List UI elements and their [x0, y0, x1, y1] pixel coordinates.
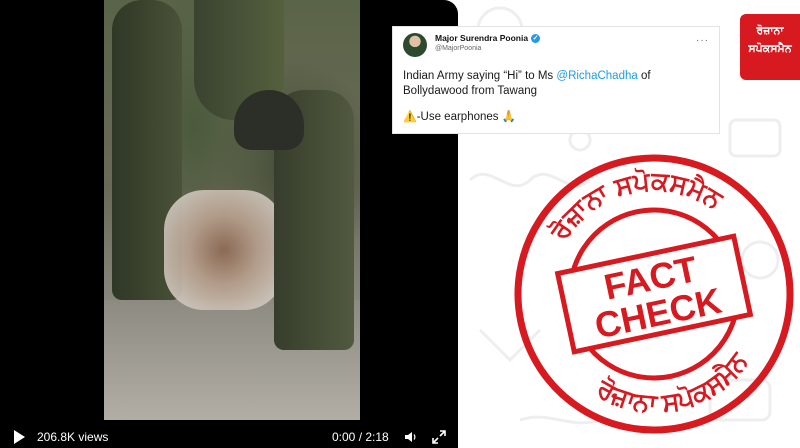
- video-player[interactable]: 206.8K views 0:00 / 2:18: [0, 0, 458, 448]
- tweet-author-handle[interactable]: @MajorPoonia: [435, 45, 481, 52]
- logo-line-1: ਰੋਜ਼ਾਨਾ: [756, 25, 784, 37]
- video-frame[interactable]: [104, 0, 360, 420]
- tweet-note-text: -Use earphones 🙏: [416, 111, 517, 123]
- video-controls: 206.8K views 0:00 / 2:18: [0, 426, 458, 448]
- time-display: 0:00 / 2:18: [332, 430, 389, 444]
- logo-line-2: ਸਪੋਕਸਮੈਨ: [748, 43, 792, 55]
- verified-icon: ✓: [531, 33, 541, 43]
- fullscreen-icon[interactable]: [432, 430, 446, 444]
- sack: [164, 190, 284, 310]
- more-options-icon[interactable]: ···: [696, 35, 709, 46]
- tweet-text: Indian Army saying “Hi” to Ms @RichaChad…: [403, 69, 703, 125]
- stamp-ring-bottom-text: ਰੋਜ਼ਾਨਾ ਸਪੋਕਸਮੈਨ: [586, 341, 761, 433]
- mention-link[interactable]: @RichaChadha: [556, 70, 637, 82]
- publisher-logo: ਰੋਜ਼ਾਨਾ ਸਪੋਕਸਮੈਨ: [740, 14, 800, 80]
- tweet-card[interactable]: Major Surendra Poonia ✓ @MajorPoonia ···…: [392, 26, 720, 134]
- volume-icon[interactable]: [404, 430, 418, 444]
- tweet-author-name[interactable]: Major Surendra Poonia ✓: [435, 33, 541, 43]
- fact-check-stamp: ਰੋਜ਼ਾਨਾ ਸਪੋਕਸਮੈਨ ਰੋਜ਼ਾਨਾ ਸਪੋਕਸਮੈਨ FACT C…: [514, 152, 794, 434]
- views-count: 206.8K views: [37, 430, 109, 444]
- warning-icon: ⚠️: [403, 111, 417, 123]
- author-name-text: Major Surendra Poonia: [435, 33, 529, 43]
- avatar[interactable]: [403, 33, 427, 57]
- tweet-text-part: Indian Army saying “Hi” to Ms: [403, 70, 557, 82]
- tweet-note: ⚠️-Use earphones 🙏: [403, 110, 703, 125]
- play-icon[interactable]: [14, 430, 25, 444]
